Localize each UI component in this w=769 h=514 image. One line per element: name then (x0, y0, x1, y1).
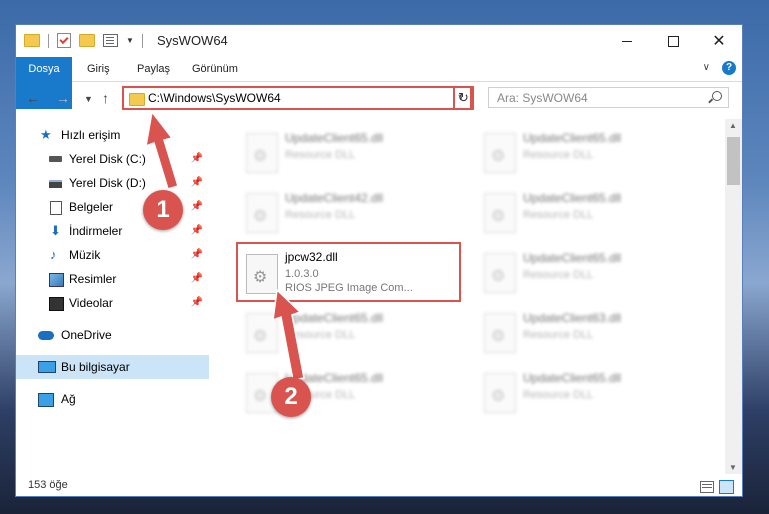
arrow-to-address-bar (145, 110, 179, 190)
annotation-arrows (145, 110, 305, 381)
arrow-to-dll-file (272, 288, 305, 381)
step-2-badge: 2 (271, 377, 311, 417)
step-1-badge: 1 (143, 190, 183, 230)
